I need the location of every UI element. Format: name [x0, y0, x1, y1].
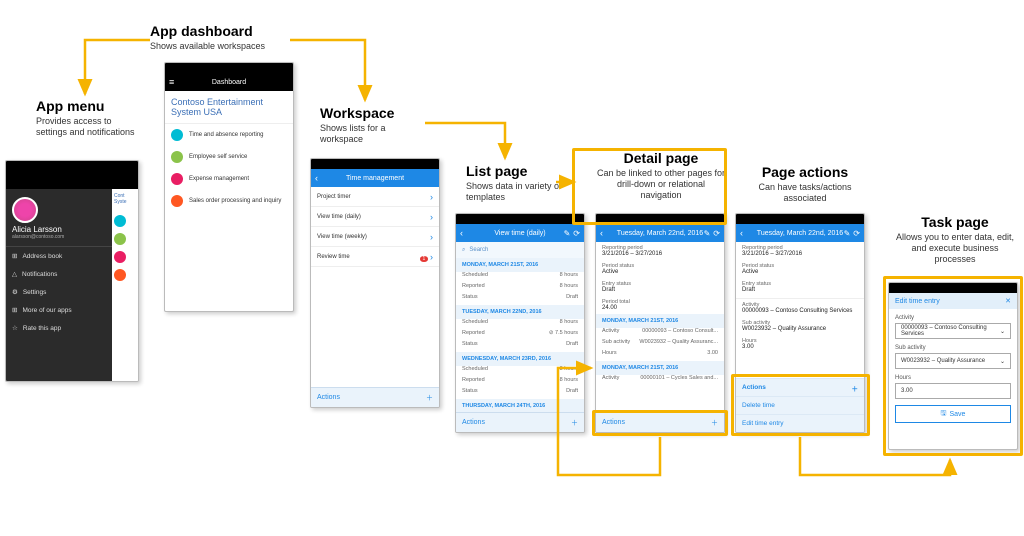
- flow-arrows: [0, 0, 1024, 536]
